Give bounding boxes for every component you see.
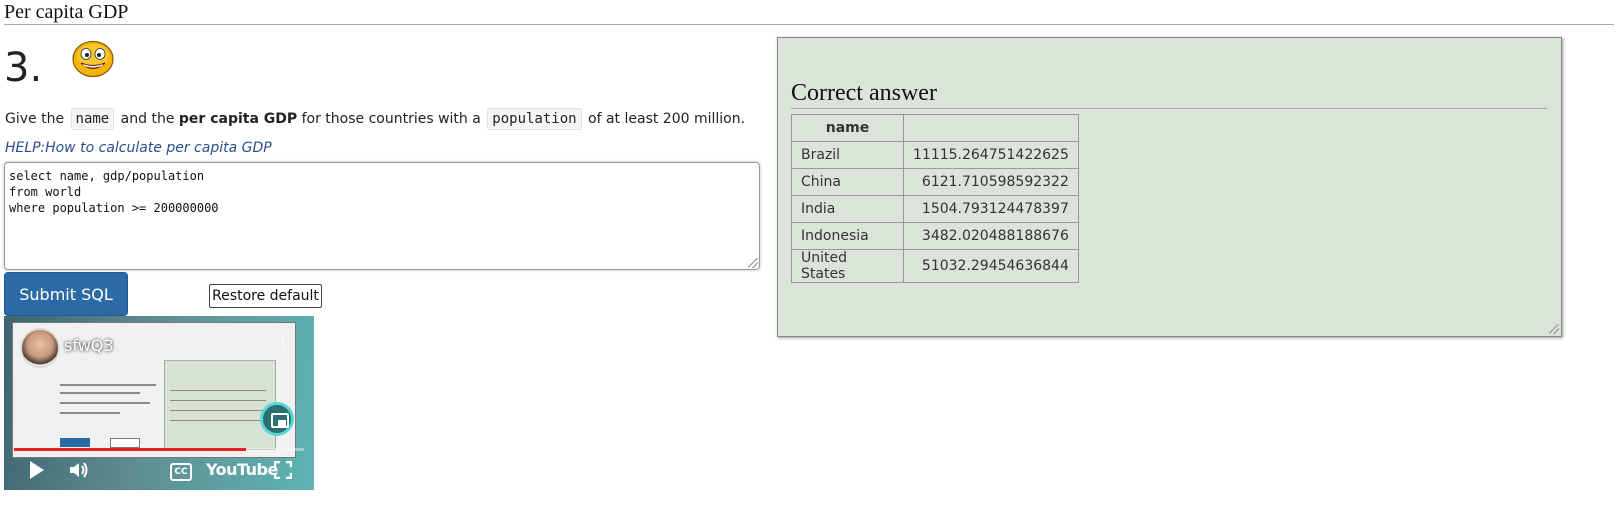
video-thumbnail-line — [170, 390, 266, 391]
answer-heading: Correct answer — [791, 78, 1547, 109]
pip-icon[interactable] — [260, 402, 294, 436]
youtube-logo[interactable]: YouTube — [206, 460, 278, 479]
column-header-value — [903, 114, 1079, 142]
question-text-part: for those countries with a — [297, 111, 486, 127]
cell-value: 6121.710598592322 — [903, 168, 1079, 196]
question-text-part: and the — [116, 111, 179, 127]
restore-default-button[interactable]: Restore default — [209, 284, 322, 308]
video-player[interactable]: sfwQ3 ⋮ CC YouTube — [4, 316, 314, 490]
question-text: Give the name and the per capita GDP for… — [5, 108, 745, 130]
cell-name: Indonesia — [791, 222, 904, 250]
cell-name: China — [791, 168, 904, 196]
table-row: China 6121.710598592322 — [791, 168, 1079, 196]
video-title[interactable]: sfwQ3 — [64, 336, 114, 355]
cell-value: 3482.020488188676 — [903, 222, 1079, 250]
video-thumbnail-line — [170, 420, 266, 421]
editor-resize-handle[interactable] — [748, 258, 758, 268]
video-thumbnail-submit — [60, 438, 90, 447]
cell-value: 1504.793124478397 — [903, 195, 1079, 223]
sql-editor[interactable]: select name, gdp/population from world w… — [4, 162, 760, 270]
column-header-name: name — [791, 114, 904, 142]
panel-resize-handle[interactable] — [1549, 324, 1559, 334]
video-thumbnail-restore — [110, 438, 140, 448]
video-thumbnail-line — [170, 410, 266, 411]
cell-name: Brazil — [791, 141, 904, 169]
video-thumbnail-line — [60, 402, 150, 404]
table-header-row: name — [791, 114, 1079, 142]
question-number: 3. — [4, 45, 43, 91]
video-thumbnail-line — [170, 400, 266, 401]
column-code-name: name — [70, 108, 115, 130]
cell-value: 51032.29454636844 — [903, 249, 1079, 283]
answer-table: name Brazil 11115.264751422625 China 612… — [791, 114, 1079, 283]
smiley-face-icon — [72, 40, 114, 78]
cell-value: 11115.264751422625 — [903, 141, 1079, 169]
table-row: India 1504.793124478397 — [791, 195, 1079, 223]
cell-name: India — [791, 195, 904, 223]
answer-panel: Correct answer name Brazil 11115.2647514… — [777, 37, 1562, 337]
cc-icon[interactable]: CC — [170, 463, 192, 481]
volume-icon[interactable] — [68, 460, 90, 480]
question-bold-term: per capita GDP — [178, 111, 298, 127]
channel-avatar[interactable] — [20, 328, 60, 368]
video-thumbnail-line — [60, 392, 140, 394]
video-thumbnail-answer-panel — [164, 360, 276, 450]
video-thumbnail-line — [60, 412, 120, 414]
help-link[interactable]: HELP:How to calculate per capita GDP — [5, 140, 272, 156]
question-text-part: of at least 200 million. — [583, 111, 746, 127]
cell-name: United States — [791, 249, 904, 283]
column-code-population: population — [487, 108, 582, 130]
table-row: United States 51032.29454636844 — [791, 249, 1079, 283]
table-row: Brazil 11115.264751422625 — [791, 141, 1079, 169]
submit-sql-button[interactable]: Submit SQL — [4, 272, 128, 316]
page-title: Per capita GDP — [4, 0, 1614, 25]
video-progress-fill — [14, 448, 246, 451]
table-row: Indonesia 3482.020488188676 — [791, 222, 1079, 250]
video-thumbnail-line — [60, 384, 156, 386]
question-text-part: Give the — [5, 111, 69, 127]
play-icon[interactable] — [30, 461, 44, 479]
fullscreen-icon[interactable] — [274, 461, 292, 479]
more-icon[interactable]: ⋮ — [274, 334, 292, 352]
